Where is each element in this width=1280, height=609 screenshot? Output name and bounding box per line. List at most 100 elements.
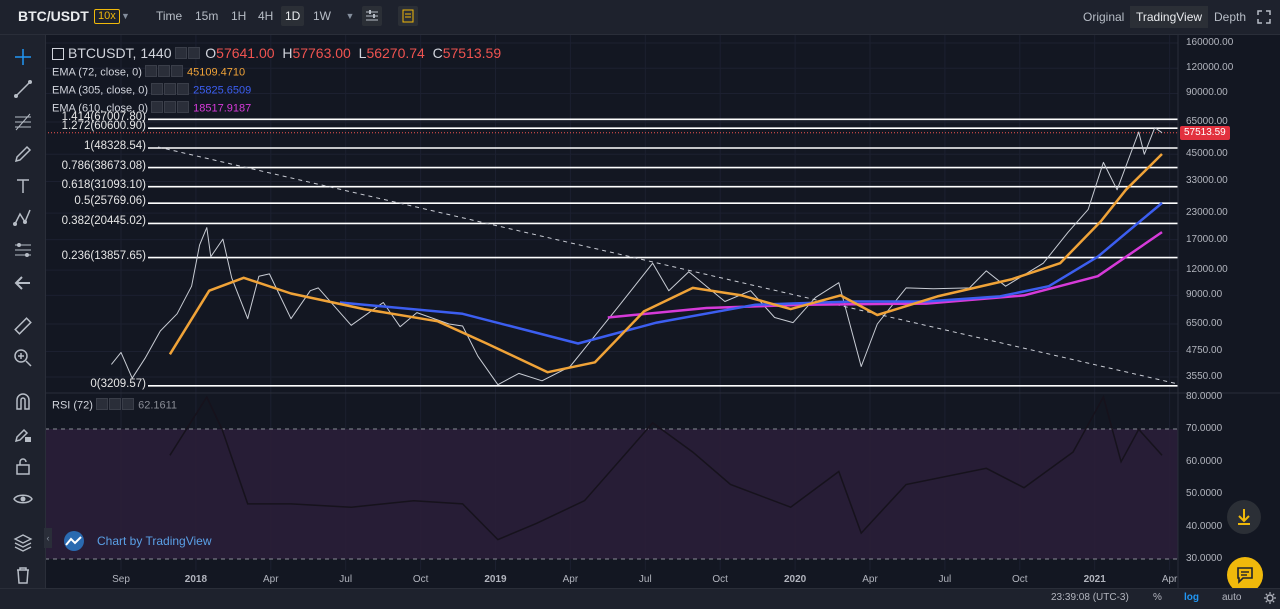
legend-actions[interactable] [151,83,190,98]
fib-tool-icon[interactable] [12,111,34,133]
tab-tradingview[interactable]: TradingView [1130,6,1209,28]
ema-305-label: EMA (305, close, 0) [52,84,148,97]
time-tick-label: 2020 [783,574,807,585]
tab-original[interactable]: Original [1077,6,1130,28]
fib-label: 0(3209.57) [90,377,146,390]
price-tick-label: 9000.00 [1186,289,1223,301]
ema-72-label: EMA (72, close, 0) [52,66,142,79]
fib-label: 1(48328.54) [83,139,146,152]
legend-ema-305: EMA (305, close, 0) 25825.6509 [52,83,251,98]
legend-high: 57763.00 [292,45,351,61]
price-tick-label: 12000.00 [1186,264,1228,276]
zoom-in-icon[interactable] [12,347,34,369]
symbol-title[interactable]: BTC/USDT [18,8,89,24]
fib-label: 0.382(20445.02) [61,215,146,228]
time-tick-label: Apr [1161,574,1178,585]
time-tick-label: Jul [339,574,353,585]
price-tick-label: 45000.00 [1186,148,1228,160]
price-tick-label: 33000.00 [1186,175,1228,187]
settings-gear-icon[interactable] [1264,592,1276,604]
templates-icon[interactable] [398,6,418,26]
watermark-text: Chart by TradingView [97,534,212,548]
ruler-icon[interactable] [12,315,34,337]
legend-actions[interactable] [144,65,184,80]
legend-open: 57641.00 [216,45,275,61]
legend-actions[interactable] [96,398,135,413]
auto-scale-toggle[interactable]: auto [1222,592,1241,603]
time-tick-label: Oct [1012,574,1028,585]
legend-close: 57513.59 [442,45,502,61]
timeframe-1d[interactable]: 1D [281,6,305,26]
top-toolbar: BTC/USDT 10x ▼ Time 15m 1H 4H 1D 1W ▼ Or… [0,0,1280,35]
ema-610-value: 18517.9187 [193,102,252,115]
time-tick-label: Apr [562,574,579,585]
lock-icon[interactable] [12,455,34,477]
chat-icon [1237,567,1253,584]
prediction-icon[interactable] [12,239,34,261]
text-icon[interactable] [12,175,34,197]
price-tick-label: 4750.00 [1186,345,1223,357]
pattern-icon[interactable] [12,207,34,229]
trend-line[interactable] [157,146,1179,385]
fib-label: 0.236(13857.65) [61,249,146,262]
trend-line-icon[interactable] [12,78,34,100]
legend-low: 56270.74 [366,45,425,61]
fib-label: 0.786(38673.08) [61,159,146,172]
indicators-icon[interactable] [362,6,382,26]
legend-ema-72: EMA (72, close, 0) 45109.4710 [52,65,245,80]
legend-rsi: RSI (72) 62.1611 [52,398,177,413]
rsi-tick-label: 40.0000 [1186,520,1223,532]
last-price-label: 57513.59 [1180,125,1230,140]
timeframe-15m[interactable]: 15m [191,6,222,26]
caret-down-icon[interactable]: ▼ [340,6,360,26]
price-tick-label: 23000.00 [1186,207,1228,219]
time-tick-label: Sep [112,574,130,585]
legend-actions[interactable] [151,101,190,116]
time-tick-label: 2021 [1083,574,1106,585]
magnet-icon[interactable] [12,391,34,413]
trash-icon[interactable] [12,564,34,586]
ema-72-value: 45109.4710 [187,66,246,79]
leverage-badge[interactable]: 10x [94,9,120,24]
time-tick-label: Oct [412,574,429,585]
timeframe-4h[interactable]: 4H [254,6,277,26]
back-arrow-icon[interactable] [12,272,34,294]
percent-scale-toggle[interactable]: % [1153,592,1162,603]
tradingview-watermark[interactable]: Chart by TradingView [58,527,358,555]
rsi-tick-label: 30.0000 [1186,553,1223,564]
time-tick-label: 2019 [484,574,507,585]
timeframe-1w[interactable]: 1W [309,6,335,26]
layers-icon[interactable] [12,532,34,554]
rsi-tick-label: 70.0000 [1186,423,1223,435]
fib-label: 1.272(60600.90) [61,120,146,133]
timeframe-1h[interactable]: 1H [227,6,250,26]
clock-display[interactable]: 23:39:08 (UTC-3) [1051,592,1129,603]
caret-down-icon[interactable]: ▼ [121,11,130,21]
rsi-tick-label: 60.0000 [1186,455,1223,467]
collapse-toolbar-icon[interactable]: ‹ [44,528,52,548]
time-tick-label: Jul [638,574,652,585]
crosshair-icon[interactable] [12,46,34,68]
log-scale-toggle[interactable]: log [1184,592,1199,603]
time-tick-label: 2018 [184,574,208,585]
legend-symbol: BTCUSDT, 1440 [68,45,172,61]
rsi-tick-label: 80.0000 [1186,391,1223,402]
brush-icon[interactable] [12,143,34,165]
series-visibility-icon[interactable] [52,48,64,61]
timeframe-time[interactable]: Time [152,6,186,26]
price-tick-label: 120000.00 [1186,62,1234,74]
rsi-value: 62.1611 [138,399,178,412]
scroll-to-latest-button[interactable] [1227,500,1261,534]
bottom-bar: 23:39:08 (UTC-3) % log auto [0,588,1280,609]
tradingview-logo-icon [64,531,84,551]
price-tick-label: 6500.00 [1186,317,1223,329]
legend-actions[interactable] [175,46,201,62]
fib-label: 0.618(31093.10) [61,178,146,191]
tab-depth[interactable]: Depth [1208,6,1252,28]
time-tick-label: Apr [862,574,878,585]
price-line [111,127,1163,386]
eye-icon[interactable] [12,488,34,510]
lock-drawing-icon[interactable] [12,423,34,445]
price-tick-label: 17000.00 [1186,233,1228,245]
fullscreen-icon[interactable] [1257,10,1271,24]
